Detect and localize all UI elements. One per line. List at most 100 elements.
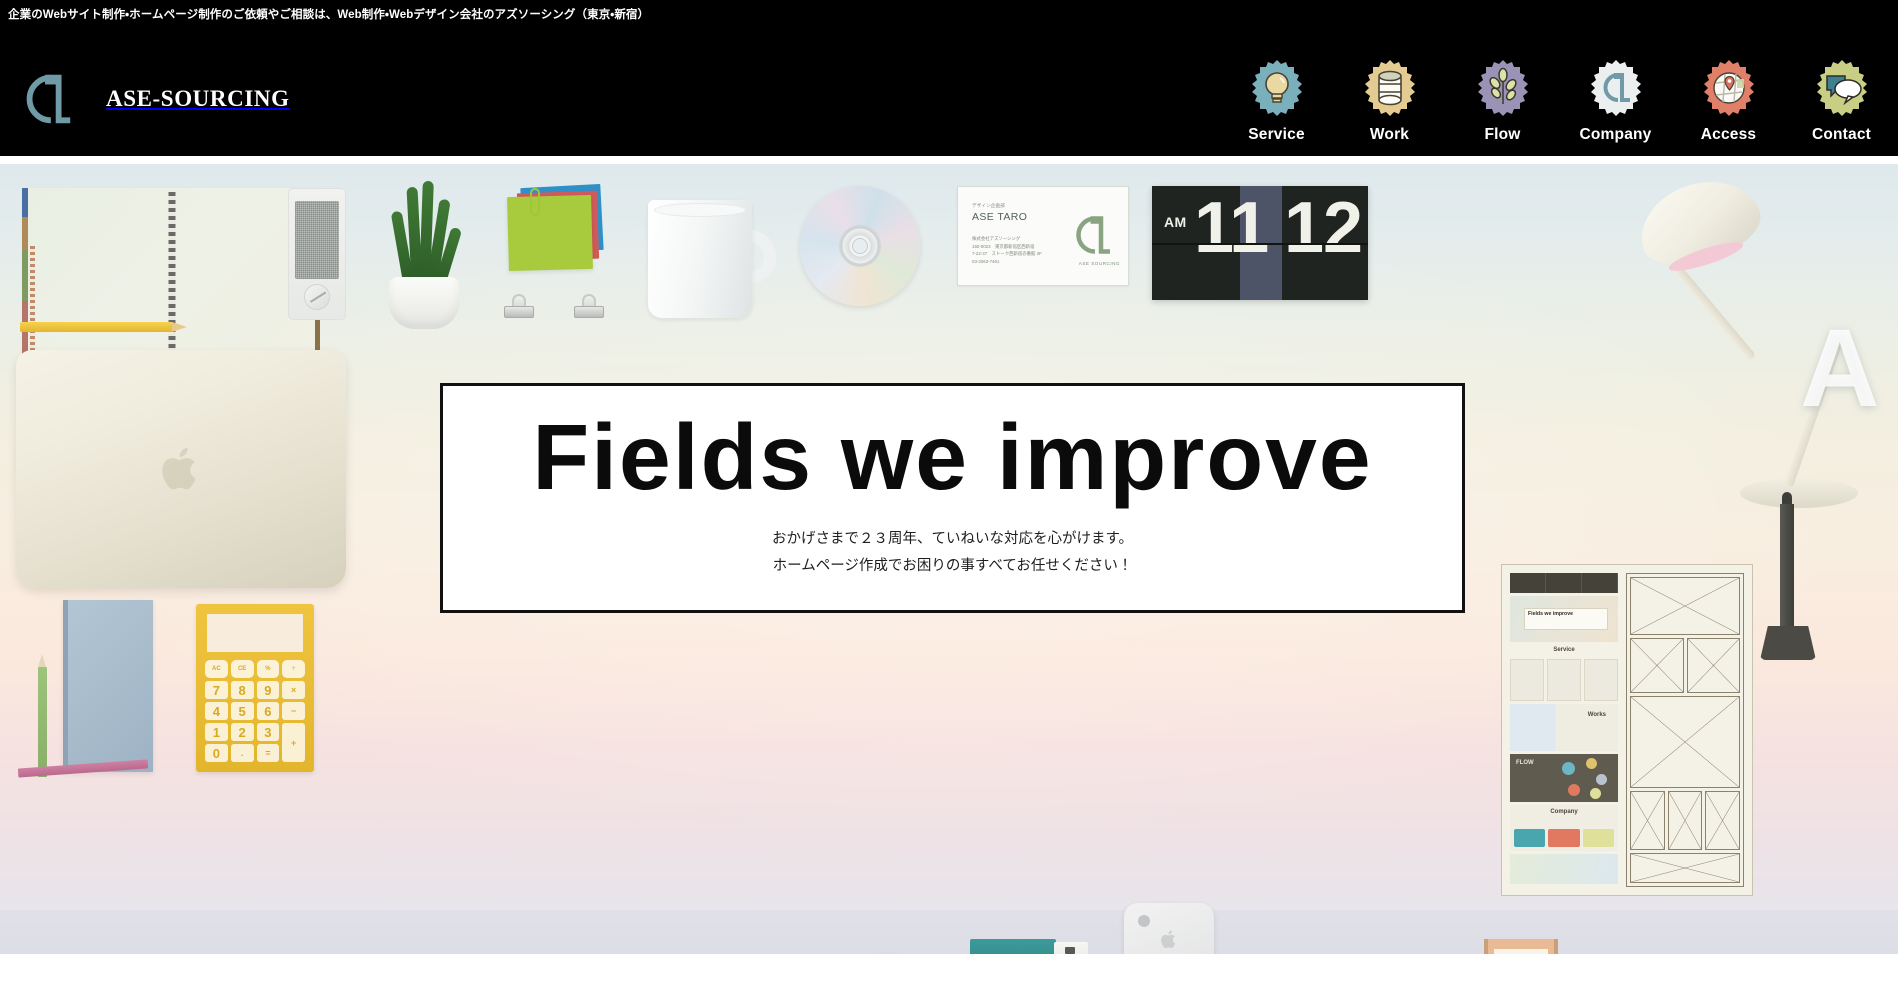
business-card-name: ASE TARO	[972, 211, 1028, 223]
calc-key: 5	[230, 702, 254, 720]
iphone-object: iPhone	[1124, 903, 1214, 954]
hero-subtitle-line-2: ホームページ作成でお困りの事すべてお任せください！	[772, 557, 1133, 574]
calc-key: 2	[230, 723, 254, 741]
binder-clip-body	[574, 306, 604, 318]
mockup-flow-node	[1586, 758, 1597, 770]
nav-label-flow: Flow	[1484, 126, 1521, 143]
top-description-text: 企業のWebサイト制作・ホームページ制作のご依頼やご相談は、Web制作・Webデ…	[8, 9, 650, 21]
wireframe-box	[1630, 696, 1740, 788]
nav-label-contact: Contact	[1811, 126, 1872, 143]
pen-stand-base	[1760, 626, 1816, 660]
notebook-spiral-binding	[168, 192, 176, 366]
nav-item-contact[interactable]: Contact	[1785, 58, 1898, 144]
usb-flash-drive-object	[970, 939, 1090, 954]
cd-disc-object	[800, 186, 920, 306]
mockup-flow-node	[1568, 784, 1580, 797]
notebook-left-rings	[30, 246, 35, 358]
notebook-left-tabs	[22, 188, 28, 370]
calc-key: ×	[282, 681, 305, 699]
mockup-company-chips	[1514, 829, 1614, 848]
clock-meridiem: AM	[1164, 214, 1187, 230]
mockup-hero-band: Fields we improve	[1510, 595, 1618, 642]
calc-key: 1	[205, 723, 228, 741]
mockup-page-preview: Fields we improve Service Works FLOW Com…	[1510, 573, 1618, 887]
binder-clip-object	[574, 292, 604, 318]
flip-clock-object: AM 11 12	[1152, 186, 1368, 300]
calc-key: 0	[205, 744, 228, 762]
calc-key: +	[282, 723, 305, 762]
business-card-address-line1: 160-0023 東京都新宿区西新宿	[972, 243, 1035, 249]
business-card-address: 株式会社アズソーシング 160-0023 東京都新宿区西新宿 7-22-37 ス…	[972, 235, 1042, 265]
brand-home-link[interactable]: ASE-SOURCING	[16, 68, 290, 130]
hero-title: Fields we improve	[532, 404, 1373, 509]
calc-key: AC	[205, 660, 228, 678]
database-icon	[1360, 58, 1420, 118]
binder-clip-object	[504, 292, 534, 318]
calc-key: 6	[256, 702, 280, 720]
calculator-keypad: AC CE % ÷ 7 8 9 × 4 5 6 − 1 2 3 + 0 . =	[205, 660, 305, 762]
wireframe-box	[1667, 790, 1703, 851]
file-binder-object	[1484, 939, 1558, 954]
pen-stem	[1780, 504, 1794, 630]
wireframe-box	[1630, 853, 1740, 883]
nav-item-company[interactable]: Company	[1559, 58, 1672, 144]
calculator-display	[207, 614, 303, 652]
mug-body	[648, 200, 752, 318]
green-pencil-object	[38, 654, 47, 777]
mockup-section-flow: FLOW	[1510, 754, 1618, 803]
main-navigation: Service Work Flow Company Access Contact	[1220, 58, 1898, 144]
business-card-address-line2: 7-22-37 ストーク西新宿壱番館 3F	[972, 251, 1042, 257]
sticky-notes-object	[506, 183, 604, 286]
nav-item-service[interactable]: Service	[1220, 58, 1333, 144]
hero-text-panel: Fields we improve おかげさまで２３周年、ていねいな対応を心がけ…	[440, 383, 1465, 613]
letter-a-graphic: A	[1800, 307, 1880, 430]
header-hero-divider	[0, 156, 1898, 164]
calc-key: 4	[205, 702, 228, 720]
map-pin-icon	[1699, 58, 1759, 118]
desktop-speaker-object	[288, 188, 346, 320]
nav-label-service: Service	[1248, 126, 1305, 143]
mockup-section-works: Works	[1510, 703, 1618, 752]
business-card-company: 株式会社アズソーシング	[972, 236, 1021, 241]
lightbulb-icon	[1247, 58, 1307, 118]
nav-label-access: Access	[1700, 126, 1757, 143]
nav-label-company: Company	[1579, 126, 1652, 143]
usb-connector	[1054, 942, 1088, 954]
mockup-card	[1510, 658, 1544, 701]
cactus-pot	[389, 277, 459, 329]
clock-minutes: 12	[1284, 188, 1363, 268]
mockup-chip	[1548, 829, 1580, 848]
mockup-flow-node	[1562, 762, 1575, 776]
business-card-department: デザイン企画部	[972, 203, 1005, 208]
mockup-nav-bar	[1510, 573, 1618, 593]
calc-key: .	[230, 744, 254, 762]
hero-subtitle-line-1: おかげさまで２３周年、ていねいな対応を心がけます。	[771, 530, 1134, 547]
calc-key: 3	[256, 723, 280, 741]
nav-item-access[interactable]: Access	[1672, 58, 1785, 144]
nav-item-work[interactable]: Work	[1333, 58, 1446, 144]
wireframe-box	[1630, 577, 1740, 635]
mockup-nav-cell	[1582, 573, 1618, 593]
mockup-nav-cell	[1546, 573, 1582, 593]
desk-surface-edge	[0, 910, 1898, 954]
company-logo-icon	[1586, 58, 1646, 118]
calc-key: −	[282, 702, 305, 720]
mockup-chip	[1582, 829, 1614, 848]
cactus-plant-object	[375, 180, 471, 329]
mockup-service-cards	[1510, 658, 1618, 701]
wireframe-row	[1630, 790, 1741, 851]
pen-stand-object	[1760, 482, 1816, 660]
site-header: ASE-SOURCING Service Work Flow Company A…	[0, 28, 1898, 156]
coffee-mug-object	[648, 200, 776, 318]
blue-notebook-object	[63, 600, 153, 772]
nav-item-flow[interactable]: Flow	[1446, 58, 1559, 144]
top-description-bar: 企業のWebサイト制作・ホームページ制作のご依頼やご相談は、Web制作・Webデ…	[0, 0, 1898, 28]
calculator-object: AC CE % ÷ 7 8 9 × 4 5 6 − 1 2 3 + 0 . =	[196, 604, 314, 772]
macbook-laptop-object	[16, 350, 346, 588]
mockup-map-band	[1510, 854, 1618, 884]
page-bottom-strip	[0, 954, 1898, 986]
mockup-nav-cell	[1510, 573, 1546, 593]
spiral-notebook-object	[22, 188, 320, 370]
website-mockup-object: Fields we improve Service Works FLOW Com…	[1501, 564, 1753, 896]
mockup-chip	[1514, 829, 1546, 848]
